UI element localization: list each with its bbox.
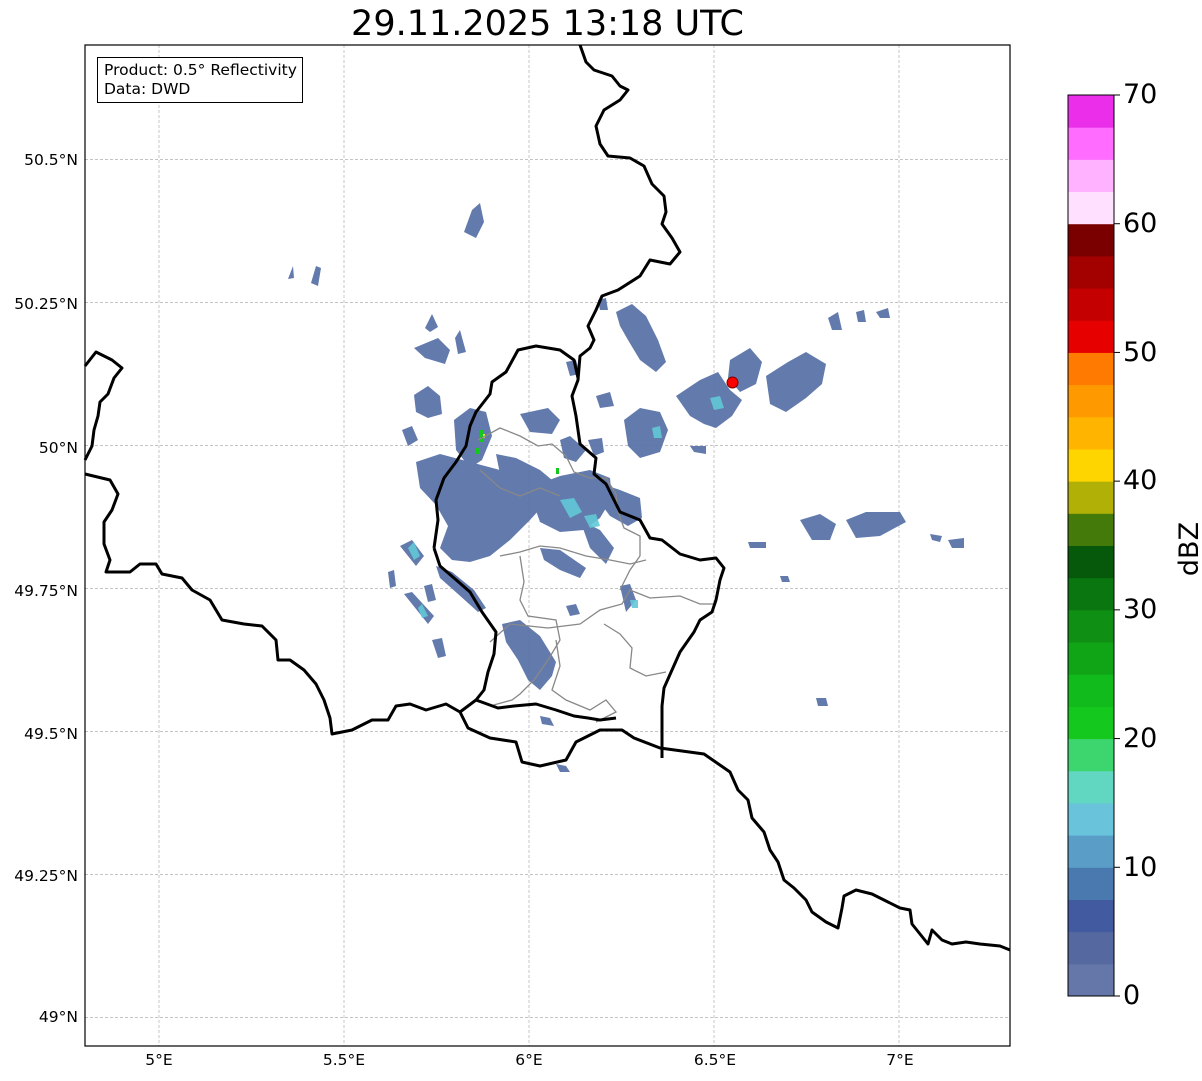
lat-tick-label: 49.25°N xyxy=(14,867,78,885)
colorbar-tick-label: 50 xyxy=(1123,337,1158,368)
data-source-label: Data: DWD xyxy=(104,80,191,98)
colorbar-segment xyxy=(1068,127,1114,160)
colorbar-segment xyxy=(1068,899,1114,933)
colorbar-segment xyxy=(1068,223,1114,257)
colorbar-segment xyxy=(1068,384,1114,418)
colorbar-tick-label: 60 xyxy=(1123,208,1158,239)
colorbar-segment xyxy=(1068,609,1114,643)
colorbar-label: dBZ xyxy=(1174,521,1202,577)
product-label: Product: 0.5° Reflectivity xyxy=(104,61,297,79)
colorbar-tick-label: 10 xyxy=(1123,852,1158,883)
colorbar-segment xyxy=(1068,706,1114,740)
colorbar-segment xyxy=(1068,545,1114,579)
map-frame xyxy=(85,45,1010,1046)
lat-tick-label: 49.5°N xyxy=(24,725,78,743)
info-box: Product: 0.5° Reflectivity Data: DWD xyxy=(97,57,303,103)
colorbar-segment xyxy=(1068,288,1114,321)
colorbar-segment xyxy=(1068,513,1114,546)
colorbar-segment xyxy=(1068,320,1114,353)
colorbar-segment xyxy=(1068,95,1114,128)
lat-tick-label: 50.25°N xyxy=(14,295,78,313)
colorbar xyxy=(1068,94,1120,997)
radar-map xyxy=(83,44,1120,1047)
lon-tick-label: 6.5°E xyxy=(693,1051,737,1069)
colorbar-segment xyxy=(1068,255,1114,289)
colorbar-segment xyxy=(1068,577,1114,611)
colorbar-segment xyxy=(1068,448,1114,482)
lon-tick-label: 5°E xyxy=(145,1051,173,1069)
colorbar-segment xyxy=(1068,642,1114,675)
colorbar-segment xyxy=(1068,481,1114,514)
lon-tick-label: 6°E xyxy=(515,1051,543,1069)
colorbar-segment xyxy=(1068,416,1114,450)
colorbar-segment xyxy=(1068,931,1114,965)
colorbar-segment xyxy=(1068,352,1114,386)
lat-tick-label: 50.5°N xyxy=(24,151,78,169)
colorbar-tick-label: 0 xyxy=(1123,980,1141,1011)
colorbar-tick-label: 40 xyxy=(1123,465,1158,496)
radar-site-marker xyxy=(726,376,739,389)
lon-tick-label: 7°E xyxy=(886,1051,914,1069)
colorbar-segment xyxy=(1068,674,1114,707)
colorbar-tick-label: 20 xyxy=(1123,723,1158,754)
lat-tick-label: 50°N xyxy=(38,439,78,457)
colorbar-segment xyxy=(1068,770,1114,804)
colorbar-tick-label: 70 xyxy=(1123,79,1158,110)
colorbar-segment xyxy=(1068,191,1114,225)
colorbar-segment xyxy=(1068,738,1114,772)
lat-tick-label: 49°N xyxy=(38,1008,78,1026)
lon-tick-label: 5.5°E xyxy=(322,1051,366,1069)
colorbar-tick-label: 30 xyxy=(1123,594,1158,625)
colorbar-segment xyxy=(1068,867,1114,900)
colorbar-segment xyxy=(1068,835,1114,868)
lat-tick-label: 49.75°N xyxy=(14,582,78,600)
colorbar-segment xyxy=(1068,802,1114,836)
colorbar-segment xyxy=(1068,963,1114,997)
colorbar-segment xyxy=(1068,159,1114,193)
